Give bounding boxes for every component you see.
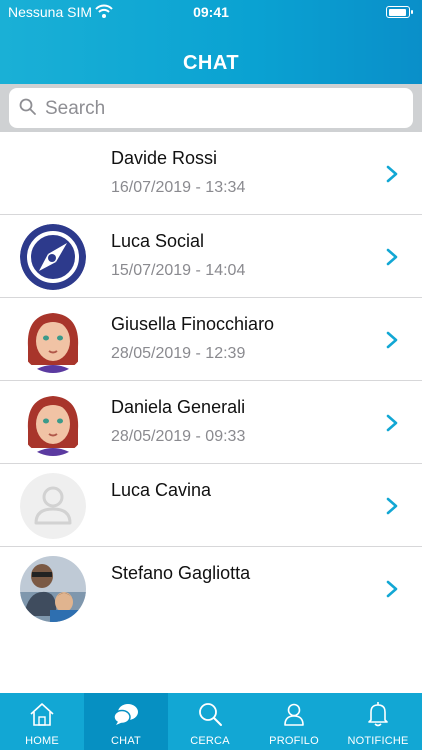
- last-message-date: 15/07/2019 - 14:04: [111, 262, 246, 279]
- contact-name: Giusella Finocchiaro: [111, 314, 275, 334]
- chat-row[interactable]: Giusella Finocchiaro 28/05/2019 - 12:39: [0, 298, 422, 381]
- home-icon: [30, 703, 54, 726]
- compass-logo-avatar: [20, 224, 86, 290]
- header-bar: Nessuna SIM 09:41 CHAT: [0, 0, 422, 84]
- contact-name: Luca Social: [111, 231, 205, 251]
- chevron-right-icon: [386, 497, 398, 515]
- contact-name: Stefano Gagliotta: [111, 563, 251, 583]
- search-input[interactable]: [43, 94, 407, 124]
- placeholder-user-avatar: [20, 473, 86, 539]
- chat-bubble-icon: [113, 704, 138, 725]
- contact-name: Daniela Generali: [111, 397, 246, 417]
- tab-label: CERCA: [190, 735, 230, 747]
- cartoon-woman-avatar: [20, 390, 86, 456]
- search-bar[interactable]: [9, 88, 413, 128]
- user-icon: [284, 703, 304, 726]
- battery-icon: [386, 6, 413, 18]
- last-message-date: 16/07/2019 - 13:34: [111, 179, 246, 196]
- bell-icon: [368, 702, 388, 727]
- tab-chat[interactable]: CHAT: [84, 693, 168, 750]
- chat-list: Davide Rossi 16/07/2019 - 13:34 Luca Soc…: [0, 132, 422, 630]
- contact-name: Davide Rossi: [111, 148, 218, 168]
- chat-row[interactable]: Luca Cavina: [0, 464, 422, 547]
- last-message-date: 28/05/2019 - 12:39: [111, 345, 246, 362]
- cartoon-woman-avatar: [20, 307, 86, 373]
- tab-bar: HOME CHAT CERCA PROFILO NOTIFICHE: [0, 693, 422, 750]
- chat-row[interactable]: Luca Social 15/07/2019 - 14:04: [0, 215, 422, 298]
- tab-label: CHAT: [111, 735, 141, 747]
- tab-label: NOTIFICHE: [347, 735, 409, 747]
- contact-name: Luca Cavina: [111, 480, 212, 500]
- tab-profile[interactable]: PROFILO: [252, 693, 336, 750]
- tab-home[interactable]: HOME: [0, 693, 84, 750]
- last-message-date: 28/05/2019 - 09:33: [111, 428, 246, 445]
- chevron-right-icon: [386, 248, 398, 266]
- photo-avatar: [20, 556, 86, 622]
- chevron-right-icon: [386, 331, 398, 349]
- chat-row[interactable]: Davide Rossi 16/07/2019 - 13:34: [0, 132, 422, 215]
- chevron-right-icon: [386, 414, 398, 432]
- search-icon: [19, 98, 36, 115]
- status-time: 09:41: [193, 4, 229, 20]
- chevron-right-icon: [386, 580, 398, 598]
- tab-label: PROFILO: [269, 735, 319, 747]
- tab-label: HOME: [25, 735, 59, 747]
- blank-avatar: [20, 141, 86, 207]
- search-icon: [199, 703, 222, 726]
- chat-row[interactable]: Daniela Generali 28/05/2019 - 09:33: [0, 381, 422, 464]
- chat-row[interactable]: Stefano Gagliotta: [0, 547, 422, 630]
- status-bar: Nessuna SIM 09:41: [0, 0, 422, 24]
- tab-search[interactable]: CERCA: [168, 693, 252, 750]
- tab-notifications[interactable]: NOTIFICHE: [336, 693, 420, 750]
- chevron-right-icon: [386, 165, 398, 183]
- page-title: CHAT: [182, 52, 240, 74]
